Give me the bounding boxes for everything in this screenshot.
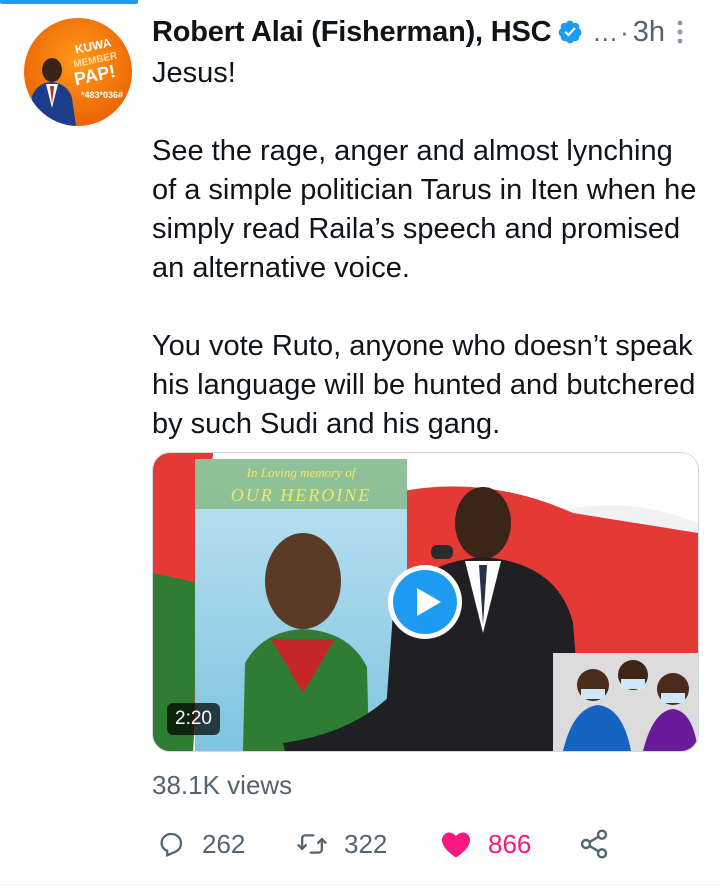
tab-indicator — [0, 0, 138, 4]
tweet-header: Robert Alai (Fisherman), HSC ... · 3h — [152, 12, 692, 52]
video-duration: 2:20 — [167, 703, 220, 735]
play-button[interactable] — [386, 563, 464, 641]
timestamp[interactable]: 3h — [633, 16, 665, 49]
author-name[interactable]: Robert Alai (Fisherman), HSC — [152, 16, 552, 49]
reply-count: 262 — [202, 828, 246, 859]
retweet-button[interactable]: 322 — [296, 822, 387, 866]
tweet-text: Jesus! See the rage, anger and almost ly… — [152, 54, 702, 444]
more-options-icon[interactable] — [672, 18, 688, 46]
divider — [0, 884, 720, 885]
avatar-code: *483*036# — [81, 90, 123, 100]
handle-truncated[interactable]: ... — [593, 17, 618, 48]
tweet-paragraph-2: See the rage, anger and almost lynching … — [152, 135, 697, 284]
reply-icon — [156, 829, 186, 859]
tweet-page: KUWA MEMBER PAP! *483*036# Robert Alai (… — [0, 0, 720, 889]
tweet-paragraph-1: Jesus! — [152, 57, 236, 89]
avatar[interactable]: KUWA MEMBER PAP! *483*036# — [24, 18, 132, 126]
banner-line2: OUR HEROINE — [231, 485, 371, 505]
view-count: 38.1K views — [152, 770, 293, 800]
share-button[interactable] — [578, 822, 610, 866]
retweet-count: 322 — [344, 828, 388, 859]
video-player[interactable]: In Loving memory of OUR HEROINE 2:20 — [152, 452, 699, 752]
verified-badge-icon — [557, 19, 583, 45]
retweet-icon — [296, 829, 328, 859]
share-icon — [578, 828, 610, 860]
dot-separator: · — [620, 16, 629, 47]
like-count: 866 — [488, 828, 532, 859]
reply-button[interactable]: 262 — [156, 822, 245, 866]
tweet-paragraph-3: You vote Ruto, anyone who doesn’t speak … — [152, 330, 696, 440]
banner-line1: In Loving memory of — [246, 465, 358, 480]
like-button[interactable]: 866 — [440, 822, 531, 866]
heart-icon — [440, 829, 472, 859]
action-bar: 262 322 866 — [152, 822, 672, 866]
